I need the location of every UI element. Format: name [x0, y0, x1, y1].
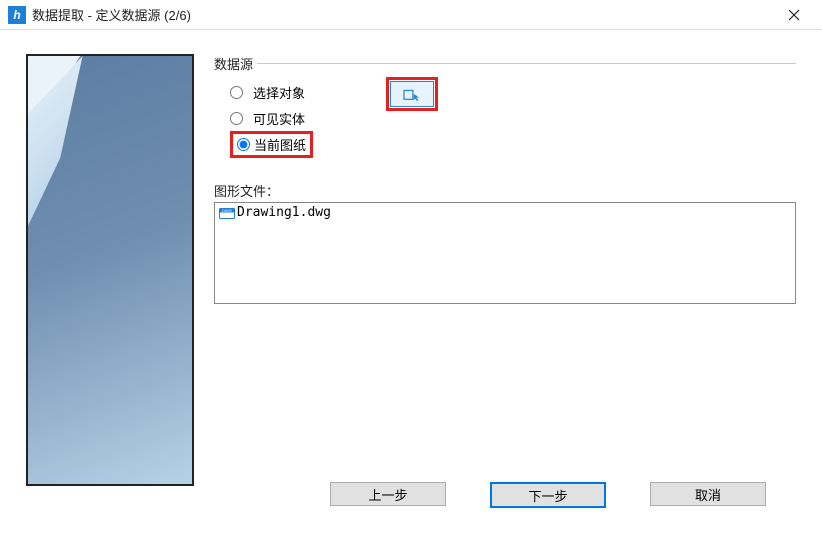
drawing-files-list[interactable]: DWG Drawing1.dwg — [214, 202, 796, 304]
right-pane: 数据源 选择对象 可见实体 当前图 — [214, 54, 796, 510]
file-name: Drawing1.dwg — [237, 205, 331, 220]
close-button[interactable] — [774, 1, 814, 29]
radio-select-objects[interactable]: 选择对象 — [230, 79, 796, 105]
titlebar: h 数据提取 - 定义数据源 (2/6) — [0, 0, 822, 30]
wizard-button-row: 上一步 下一步 取消 — [0, 482, 822, 508]
drawing-files-label: 图形文件： — [214, 181, 796, 200]
radio-visible-entities[interactable]: 可见实体 — [230, 105, 796, 131]
radio-visible-entities-label[interactable]: 可见实体 — [253, 109, 305, 128]
app-icon: h — [8, 6, 26, 24]
list-item[interactable]: DWG Drawing1.dwg — [219, 205, 791, 220]
next-button[interactable]: 下一步 — [490, 482, 606, 508]
radio-current-drawing[interactable]: 当前图纸 — [230, 131, 796, 157]
radio-current-drawing-input[interactable] — [237, 138, 250, 151]
radio-select-objects-input[interactable] — [230, 86, 243, 99]
select-objects-button-highlight — [386, 77, 438, 111]
svg-text:DWG: DWG — [222, 208, 232, 213]
dwg-file-icon: DWG — [219, 206, 235, 220]
wizard-preview-image — [26, 54, 194, 486]
radio-current-drawing-label[interactable]: 当前图纸 — [254, 135, 306, 154]
radio-visible-entities-input[interactable] — [230, 112, 243, 125]
cancel-button[interactable]: 取消 — [650, 482, 766, 506]
select-objects-button[interactable] — [390, 81, 434, 107]
data-source-group: 数据源 选择对象 可见实体 当前图 — [214, 54, 796, 171]
data-source-legend: 数据源 — [214, 54, 257, 73]
select-objects-icon — [403, 86, 421, 102]
radio-current-drawing-highlight: 当前图纸 — [230, 131, 313, 158]
window-title: 数据提取 - 定义数据源 (2/6) — [32, 5, 191, 24]
close-icon — [788, 9, 800, 21]
radio-select-objects-label[interactable]: 选择对象 — [253, 83, 305, 102]
back-button[interactable]: 上一步 — [330, 482, 446, 506]
dialog-content: 数据源 选择对象 可见实体 当前图 — [0, 30, 822, 536]
